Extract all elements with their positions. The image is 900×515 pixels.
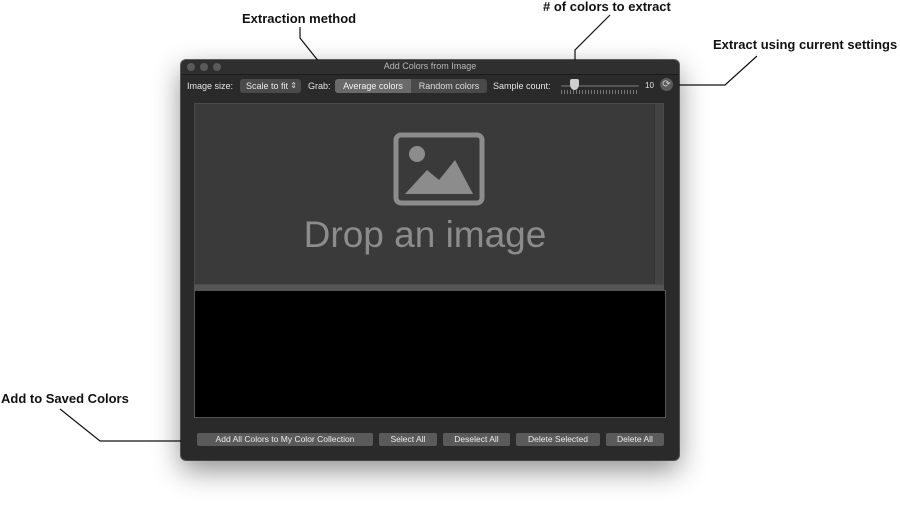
vertical-scrollbar[interactable] [654,104,663,284]
grab-label: Grab: [308,81,331,91]
add-colors-window: Add Colors from Image Image size: Scale … [181,60,679,460]
callout-add-saved-colors: Add to Saved Colors [1,391,129,406]
updown-arrows-icon: ⇕ [290,81,297,90]
toolbar: Image size: Scale to fit ⇕ Grab: Average… [181,75,679,97]
slider-tick-marks [561,90,637,94]
image-icon [393,132,485,206]
callout-extraction-method: Extraction method [242,11,357,26]
segment-random-colors[interactable]: Random colors [411,79,487,93]
image-drop-zone[interactable]: Drop an image [194,103,664,285]
refresh-icon[interactable]: ⟳ [660,78,673,91]
callout-extract-current-settings: Extract using current settings [713,37,898,52]
extracted-colors-list[interactable] [194,290,666,418]
select-all-button[interactable]: Select All [379,433,437,446]
title-bar: Add Colors from Image [181,60,679,75]
delete-all-button[interactable]: Delete All [606,433,664,446]
add-all-colors-button[interactable]: Add All Colors to My Color Collection [197,433,373,446]
drop-image-text: Drop an image [303,214,547,255]
image-size-value: Scale to fit [246,81,289,91]
delete-selected-button[interactable]: Delete Selected [516,433,600,446]
slider-knob[interactable] [570,79,579,90]
deselect-all-button[interactable]: Deselect All [443,433,510,446]
image-size-label: Image size: [187,81,234,91]
image-size-popup[interactable]: Scale to fit ⇕ [240,79,301,93]
sample-count-value: 10 [645,81,654,90]
segment-average-colors[interactable]: Average colors [335,79,411,93]
callout-colors-to-extract: # of colors to extract [543,0,671,14]
window-title: Add Colors from Image [383,61,477,71]
sample-count-label: Sample count: [493,81,551,91]
grab-segmented-control: Average colors Random colors [335,79,487,93]
